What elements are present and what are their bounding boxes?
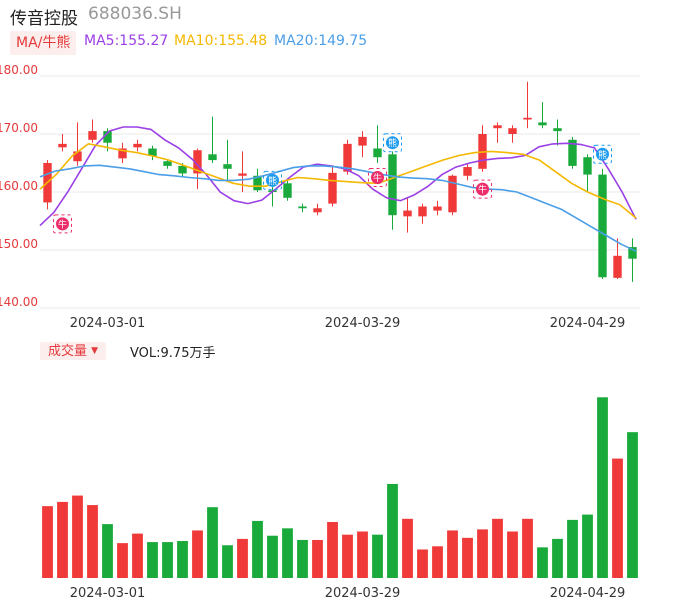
date-tick-label: 2024-04-29 [550,586,626,601]
volume-bar [297,539,308,578]
date-tick-label: 2024-03-01 [70,586,146,601]
volume-bar [612,458,623,578]
candle-body [433,206,442,211]
candle-body [328,172,337,204]
volume-bar [432,546,443,578]
bull-marker-icon: 牛 [473,179,492,199]
candle-body [283,183,292,198]
marker-glyph: 牛 [58,218,67,230]
volume-bar [87,505,98,578]
volume-bar [117,543,128,578]
ma5-line [39,126,637,227]
candle-body [223,164,232,169]
volume-bar [282,528,293,578]
date-tick-label: 2024-03-01 [70,316,146,331]
volume-bar [222,545,233,578]
volume-bar [207,507,218,578]
volume-bar [132,533,143,578]
volume-bar [417,549,428,578]
volume-bar [57,501,68,578]
volume-bar [582,514,593,578]
volume-bar [342,534,353,578]
marker-glyph: 牛 [478,184,487,196]
volume-bar [192,530,203,578]
candle-body [133,143,142,148]
volume-bar [597,397,608,578]
volume-bar [447,530,458,578]
date-tick-label: 2024-03-29 [325,316,401,331]
price-tick-label: 180.00 [0,63,38,77]
volume-bar [627,432,638,578]
candle-body [178,165,187,174]
candle-body [583,157,592,175]
price-tick-label: 170.00 [0,121,38,135]
candle-body [208,154,217,161]
candle-body [448,175,457,213]
marker-glyph: 熊 [268,175,277,187]
marker-glyph: 牛 [373,172,382,184]
date-axis-bottom: 2024-03-01 2024-03-29 2024-04-29 [70,586,626,601]
candle-body [463,167,472,176]
volume-bar [42,506,53,578]
candle-body [358,136,367,146]
candle-body [388,154,397,216]
ma-lines [39,126,637,252]
date-axis-top: 2024-03-01 2024-03-29 2024-04-29 [70,316,626,331]
candle-body [163,161,172,166]
price-grid [40,75,640,309]
candle-body [553,128,562,132]
date-tick-label: 2024-03-29 [325,586,401,601]
candle-body [238,173,247,176]
volume-bar [162,542,173,578]
volume-bar [507,531,518,578]
candle-body [373,148,382,158]
candle-body [58,143,67,148]
volume-bar [477,529,488,578]
marker-glyph: 熊 [598,149,607,161]
volume-bar [402,518,413,578]
volume-bar [387,483,398,578]
ma20-line [39,164,637,252]
price-tick-label: 150.00 [0,237,38,251]
marker-glyph: 熊 [388,137,397,149]
date-tick-label: 2024-04-29 [550,316,626,331]
candle-body [88,131,97,140]
volume-bar [72,495,83,578]
volume-bar [267,535,278,578]
volume-bar [372,534,383,578]
volume-bar [522,518,533,578]
volume-bar [252,520,263,578]
volume-bar [237,538,248,578]
price-tick-label: 160.00 [0,179,38,193]
candle-body [313,208,322,213]
ma10-line [39,143,637,219]
candle-body [403,210,412,217]
volume-bar [462,537,473,578]
volume-bar [312,539,323,578]
candle-body [418,206,427,217]
candle-body [538,122,547,126]
price-tick-label: 140.00 [0,295,38,309]
bear-marker-icon: 熊 [593,144,612,164]
candle-body [598,174,607,278]
candle-body [613,255,622,278]
volume-bar [357,531,368,578]
bear-marker-icon: 熊 [383,133,402,153]
volume-bar [552,538,563,578]
candle-body [508,128,517,134]
volume-bar [537,547,548,578]
price-axis: 180.00 170.00 160.00 150.00 140.00 [0,63,38,309]
candle-body [523,117,532,120]
volume-bar [327,521,338,578]
candle-body [298,206,307,209]
candle-body [493,125,502,129]
volume-bar [147,542,158,578]
bull-marker-icon: 牛 [53,214,72,234]
volume-bar [492,518,503,578]
volume-bars [42,397,638,578]
volume-bar [102,524,113,578]
volume-bar [177,541,188,578]
kline-chart[interactable]: 180.00170.00160.00150.00140.00 牛熊 牛熊牛熊 20… [0,0,686,606]
volume-bar [567,519,578,578]
